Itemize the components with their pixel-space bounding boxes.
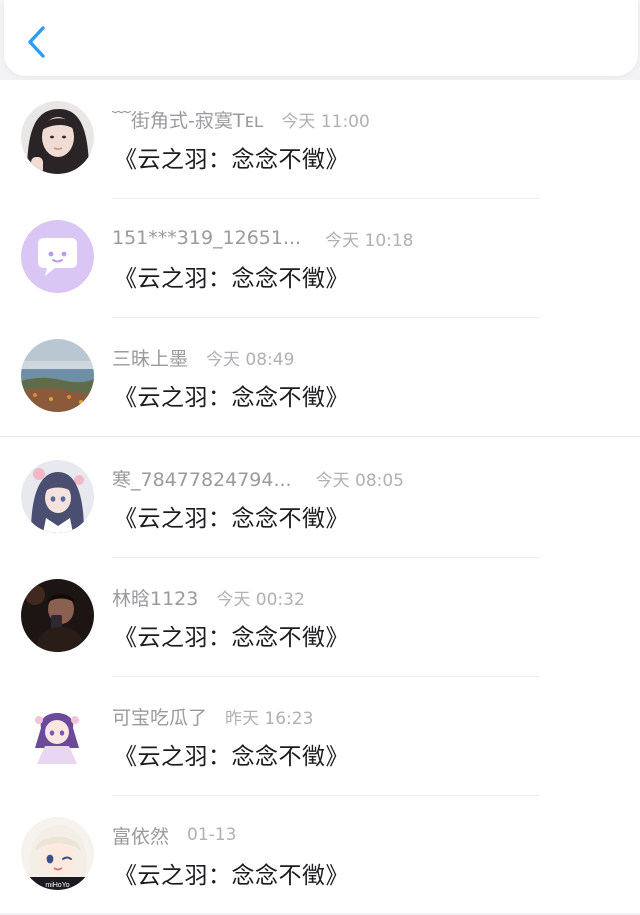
sender-name[interactable]: 三昧上墨 (112, 344, 188, 371)
message-text[interactable]: 《云之羽：念念不徵》 (114, 737, 349, 771)
message-text[interactable]: 《云之羽：念念不徵》 (114, 618, 349, 652)
message-time: 01-13 (187, 825, 237, 845)
list-item[interactable]: 寒_78477824794... 今天 08:05 《云之羽：念念不徵》 (0, 439, 640, 558)
message-time: 今天 08:05 (315, 470, 404, 491)
photo-girl-avatar[interactable] (21, 101, 94, 174)
message-time: 今天 10:18 (325, 230, 414, 251)
sender-name[interactable]: 富依然 (112, 822, 169, 849)
message-text[interactable]: 《云之羽：念念不徵》 (114, 140, 349, 174)
message-list: ﹋街角式-寂寞Tᴇʟ 今天 11:00 《云之羽：念念不徵》 151***319… (0, 80, 640, 913)
landscape-avatar[interactable] (21, 339, 94, 412)
message-text[interactable]: 《云之羽：念念不徵》 (114, 499, 349, 533)
paimon-avatar[interactable]: miHoYo (21, 817, 94, 890)
avatar-watermark: miHoYo (45, 882, 69, 889)
message-text[interactable]: 《云之羽：念念不徵》 (114, 856, 349, 890)
anime-girl-avatar[interactable] (21, 460, 94, 533)
chevron-left-icon (28, 26, 45, 58)
sender-name[interactable]: 寒_78477824794... (112, 465, 292, 492)
message-time: 今天 00:32 (216, 589, 305, 610)
default-chat-bubble-avatar[interactable] (21, 220, 94, 293)
list-item[interactable]: 可宝吃瓜了 昨天 16:23 《云之羽：念念不徵》 (0, 677, 640, 796)
dark-selfie-avatar[interactable] (21, 579, 94, 652)
divider (0, 436, 640, 437)
back-button[interactable] (22, 22, 52, 62)
list-item[interactable]: 林晗1123 今天 00:32 《云之羽：念念不徵》 (0, 558, 640, 677)
list-item[interactable]: miHoYo 富依然 01-13 《云之羽：念念不徵》 (0, 796, 640, 915)
list-item[interactable]: 三昧上墨 今天 08:49 《云之羽：念念不徵》 (0, 318, 640, 437)
sender-name[interactable]: 151***319_12651... (112, 227, 301, 249)
list-item[interactable]: 151***319_12651... 今天 10:18 《云之羽：念念不徵》 (0, 199, 640, 318)
message-text[interactable]: 《云之羽：念念不徵》 (114, 378, 349, 412)
sender-name[interactable]: ﹋街角式-寂寞Tᴇʟ (112, 106, 263, 133)
sender-name[interactable]: 可宝吃瓜了 (112, 703, 207, 730)
top-nav-bar (4, 0, 638, 76)
message-time: 昨天 16:23 (225, 708, 314, 729)
message-time: 今天 08:49 (206, 349, 295, 370)
sender-name[interactable]: 林晗1123 (112, 584, 198, 611)
message-text[interactable]: 《云之羽：念念不徵》 (114, 259, 349, 293)
message-time: 今天 11:00 (281, 111, 370, 132)
list-item[interactable]: ﹋街角式-寂寞Tᴇʟ 今天 11:00 《云之羽：念念不徵》 (0, 80, 640, 199)
anime-chibi-avatar[interactable] (21, 698, 94, 771)
